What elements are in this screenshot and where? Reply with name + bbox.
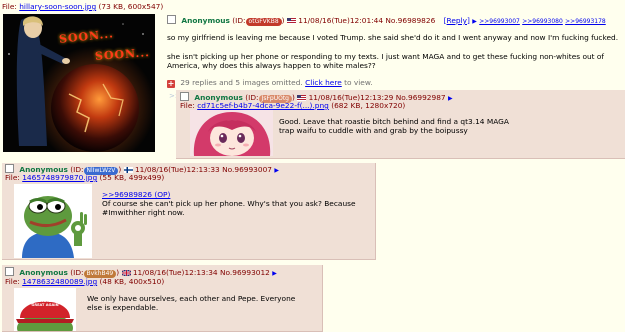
reply-post-number[interactable]: No.96993012: [220, 268, 270, 277]
omitted-count: 29 replies and 5 images omitted.: [180, 78, 303, 87]
reply-post-96992987: Anonymous (ID: JsFpUOtg) 11/08/16(Tue)12:…: [176, 90, 625, 159]
reply-post-96993012: Anonymous (ID: BvkhB49) 11/08/16(Tue)12:1…: [2, 265, 323, 332]
uk-flag-icon: [121, 269, 131, 277]
op-post-number[interactable]: No.96989826: [385, 16, 435, 25]
file-label: File:: [5, 173, 20, 182]
op-poster-id[interactable]: otGFVKB8: [245, 18, 282, 26]
file-label: File:: [2, 2, 17, 11]
reply-bracket-close: ]: [467, 16, 470, 25]
id-suffix: ): [116, 268, 120, 277]
reply-thumbnail[interactable]: [14, 184, 92, 258]
op-reply-wrapper: [Reply]: [444, 16, 473, 25]
reply-menu-arrow-icon[interactable]: ▶: [448, 95, 453, 102]
reply-file-info: File: 1465748979870.jpg (55 KB, 499x499): [5, 173, 164, 182]
reply-body: We only have ourselves, each other and P…: [87, 294, 296, 313]
pepe-maga-hat-image: [14, 288, 76, 331]
id-prefix: (ID:: [70, 268, 84, 277]
reply-file-meta: (55 KB, 499x499): [99, 173, 165, 182]
op-body-line-1: so my girlfriend is leaving me because I…: [167, 33, 619, 42]
op-file-link[interactable]: hillary-soon-soon.jpg: [19, 2, 96, 11]
reply-poster-name: Anonymous: [19, 268, 68, 277]
reply-file-meta: (682 KB, 1280x720): [331, 101, 406, 110]
reply-file-info: File: 1478632480089.jpg (48 KB, 400x510): [5, 277, 164, 286]
maga-hat-text: MAKE AMERICA GREAT AGAIN: [29, 299, 61, 308]
op-backlink-3[interactable]: >>96993178: [565, 18, 606, 25]
us-flag-icon: [286, 17, 296, 24]
file-label: File:: [180, 101, 195, 110]
op-post-header: Anonymous (ID: otGFVKB8) 11/08/16(Tue)12:…: [167, 15, 606, 26]
op-body-line-2: she isn't picking up her phone or respon…: [167, 52, 605, 71]
reply-post-96993007: Anonymous (ID: NlIwLWzV) 11/08/16(Tue)12:…: [2, 163, 376, 260]
expand-thread-icon[interactable]: +: [167, 80, 175, 88]
op-menu-arrow-icon[interactable]: ▶: [472, 18, 477, 25]
reply-select-checkbox[interactable]: [5, 164, 14, 173]
reply-thumbnail[interactable]: [190, 110, 273, 156]
anime-girl-image: [190, 110, 273, 156]
us-flag-icon: [297, 94, 307, 101]
op-file-meta: (73 KB, 600x547): [98, 2, 164, 11]
finland-flag-icon: [123, 166, 133, 173]
reply-menu-arrow-icon[interactable]: ▶: [274, 167, 279, 174]
expand-thread-link[interactable]: Click here: [305, 78, 342, 87]
op-reply-link[interactable]: Reply: [447, 16, 467, 25]
op-select-checkbox[interactable]: [167, 15, 176, 24]
op-poster-name: Anonymous: [181, 16, 230, 25]
reply-thumbnail[interactable]: MAKE AMERICA GREAT AGAIN: [14, 288, 76, 331]
file-label: File:: [5, 277, 20, 286]
pepe-ok-hand-image: [14, 184, 92, 258]
reply-date: 11/08/16(Tue)12:13:34: [132, 268, 218, 277]
reply-select-checkbox[interactable]: [180, 92, 189, 101]
op-file-info: File: hillary-soon-soon.jpg (73 KB, 600x…: [2, 2, 163, 11]
omitted-suffix: to view.: [344, 78, 373, 87]
op-id-suffix: ): [281, 16, 285, 25]
op-backlink-1[interactable]: >>96993007: [479, 18, 520, 25]
op-date: 11/08/16(Tue)12:01:44: [298, 16, 384, 25]
omitted-notice: + 29 replies and 5 images omitted. Click…: [167, 78, 373, 88]
reply-select-checkbox[interactable]: [5, 267, 14, 276]
reply-body: Of course she can't pick up her phone. W…: [102, 199, 356, 218]
op-id-prefix: (ID:: [232, 16, 246, 25]
op-backlink-2[interactable]: >>96993080: [522, 18, 563, 25]
reply-menu-arrow-icon[interactable]: ▶: [272, 270, 277, 277]
reply-quote-link[interactable]: >>96989826 (OP): [102, 190, 170, 199]
reply-post-number[interactable]: No.96993007: [222, 165, 272, 174]
reply-file-link[interactable]: cd71c5ef-b4b7-4dca-9e22-f(...).png: [197, 101, 329, 110]
reply-body: Good. Leave that roastie bitch behind an…: [279, 117, 509, 136]
reply-file-link[interactable]: 1478632480089.jpg: [22, 277, 97, 286]
op-thumbnail[interactable]: SOON... SOON...: [3, 14, 155, 152]
reply-file-meta: (48 KB, 400x510): [99, 277, 165, 286]
reply-file-link[interactable]: 1465748979870.jpg: [22, 173, 97, 182]
